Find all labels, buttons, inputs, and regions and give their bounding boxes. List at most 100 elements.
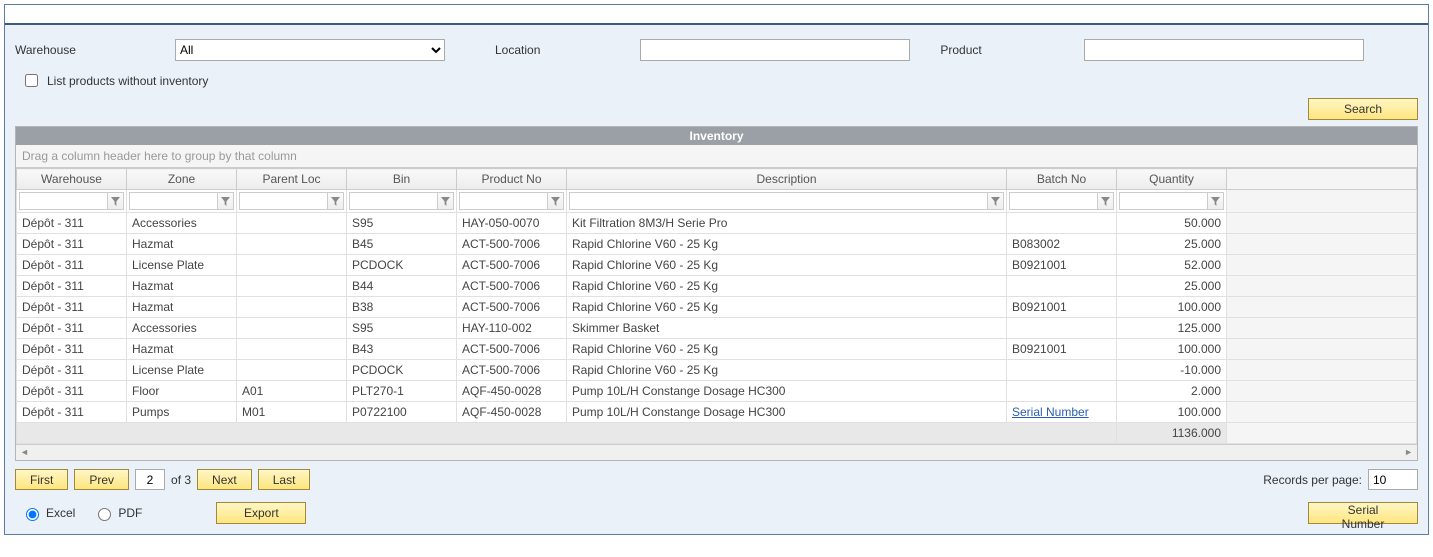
cell-parent_loc: [237, 360, 347, 381]
cell-quantity: -10.000: [1117, 360, 1227, 381]
last-button[interactable]: Last: [258, 469, 311, 490]
cell-description: Rapid Chlorine V60 - 25 Kg: [567, 297, 1007, 318]
cell-description: Skimmer Basket: [567, 318, 1007, 339]
warehouse-label: Warehouse: [15, 43, 165, 57]
no-inventory-checkbox[interactable]: [25, 74, 38, 87]
filter-zone[interactable]: [129, 192, 218, 210]
table-row[interactable]: Dépôt - 311HazmatB43ACT-500-7006Rapid Ch…: [17, 339, 1417, 360]
serial-number-button[interactable]: Serial Number: [1308, 502, 1418, 524]
table-row[interactable]: Dépôt - 311AccessoriesS95HAY-110-002Skim…: [17, 318, 1417, 339]
cell-warehouse: Dépôt - 311: [17, 234, 127, 255]
cell-zone: License Plate: [127, 255, 237, 276]
cell-quantity: 100.000: [1117, 297, 1227, 318]
cell-parent_loc: [237, 318, 347, 339]
cell-product_no: ACT-500-7006: [457, 297, 567, 318]
filter-description[interactable]: [569, 192, 988, 210]
col-product-no[interactable]: Product No: [457, 169, 567, 190]
cell-product_no: ACT-500-7006: [457, 360, 567, 381]
filter-icon[interactable]: [1098, 192, 1114, 210]
cell-parent_loc: M01: [237, 402, 347, 423]
table-row[interactable]: Dépôt - 311HazmatB44ACT-500-7006Rapid Ch…: [17, 276, 1417, 297]
filter-icon[interactable]: [988, 192, 1004, 210]
table-row[interactable]: Dépôt - 311PumpsM01P0722100AQF-450-0028P…: [17, 402, 1417, 423]
col-parent-loc[interactable]: Parent Loc: [237, 169, 347, 190]
table-row[interactable]: Dépôt - 311License PlatePCDOCKACT-500-70…: [17, 360, 1417, 381]
cell-product_no: AQF-450-0028: [457, 381, 567, 402]
warehouse-select[interactable]: All: [175, 39, 445, 61]
col-spacer: [1227, 169, 1417, 190]
table-row[interactable]: Dépôt - 311HazmatB38ACT-500-7006Rapid Ch…: [17, 297, 1417, 318]
total-row: 1136.000: [17, 423, 1417, 444]
filter-icon[interactable]: [438, 192, 454, 210]
page-input[interactable]: [135, 469, 165, 490]
cell-quantity: 52.000: [1117, 255, 1227, 276]
product-input[interactable]: [1084, 39, 1364, 61]
col-batch-no[interactable]: Batch No: [1007, 169, 1117, 190]
filter-quantity[interactable]: [1119, 192, 1208, 210]
cell-parent_loc: [237, 276, 347, 297]
cell-product_no: HAY-050-0070: [457, 213, 567, 234]
table-row[interactable]: Dépôt - 311AccessoriesS95HAY-050-0070Kit…: [17, 213, 1417, 234]
cell-batch_no: B083002: [1007, 234, 1117, 255]
col-quantity[interactable]: Quantity: [1117, 169, 1227, 190]
table-row[interactable]: Dépôt - 311License Plate PCDOCKACT-500-70…: [17, 255, 1417, 276]
cell-product_no: ACT-500-7006: [457, 234, 567, 255]
cell-bin: S95: [347, 318, 457, 339]
excel-radio[interactable]: [26, 508, 39, 521]
cell-warehouse: Dépôt - 311: [17, 339, 127, 360]
cell-warehouse: Dépôt - 311: [17, 255, 127, 276]
cell-batch_no: B0921001: [1007, 297, 1117, 318]
filter-icon[interactable]: [218, 192, 234, 210]
col-description[interactable]: Description: [567, 169, 1007, 190]
col-warehouse[interactable]: Warehouse: [17, 169, 127, 190]
filter-warehouse[interactable]: [19, 192, 108, 210]
pdf-radio[interactable]: [98, 508, 111, 521]
filter-parent-loc[interactable]: [239, 192, 328, 210]
table-row[interactable]: Dépôt - 311FloorA01PLT270-1AQF-450-0028P…: [17, 381, 1417, 402]
cell-quantity: 100.000: [1117, 402, 1227, 423]
prev-button[interactable]: Prev: [74, 469, 129, 490]
cell-batch_no: [1007, 318, 1117, 339]
cell-bin: PCDOCK: [347, 255, 457, 276]
filter-row: Warehouse All Location Product: [15, 39, 1418, 61]
filter-product-no[interactable]: [459, 192, 548, 210]
cell-bin: B43: [347, 339, 457, 360]
no-inventory-label: List products without inventory: [47, 74, 208, 88]
first-button[interactable]: First: [15, 469, 68, 490]
export-row: Excel PDF Export Serial Number: [15, 502, 1418, 524]
cell-parent_loc: A01: [237, 381, 347, 402]
cell-quantity: 25.000: [1117, 276, 1227, 297]
cell-product_no: ACT-500-7006: [457, 276, 567, 297]
cell-warehouse: Dépôt - 311: [17, 318, 127, 339]
horizontal-scrollbar[interactable]: ◄ ►: [16, 444, 1417, 460]
group-drop-area[interactable]: Drag a column header here to group by th…: [16, 145, 1417, 168]
filter-batch-no[interactable]: [1009, 192, 1098, 210]
cell-description: Kit Filtration 8M3/H Serie Pro: [567, 213, 1007, 234]
cell-bin: PCDOCK: [347, 360, 457, 381]
scroll-right-icon[interactable]: ►: [1404, 447, 1413, 457]
export-button[interactable]: Export: [216, 502, 306, 524]
filter-icon[interactable]: [328, 192, 344, 210]
cell-batch_no: [1007, 360, 1117, 381]
cell-batch_no: B0921001: [1007, 255, 1117, 276]
filter-icon[interactable]: [548, 192, 564, 210]
pager: First Prev of 3 Next Last Records per pa…: [15, 469, 1418, 490]
location-input[interactable]: [640, 39, 910, 61]
scroll-left-icon[interactable]: ◄: [20, 447, 29, 457]
filter-icon[interactable]: [1208, 192, 1224, 210]
cell-batch_no: B0921001: [1007, 339, 1117, 360]
cell-quantity: 2.000: [1117, 381, 1227, 402]
search-button[interactable]: Search: [1308, 98, 1418, 120]
cell-zone: Hazmat: [127, 297, 237, 318]
filter-icon[interactable]: [108, 192, 124, 210]
rpp-input[interactable]: [1368, 469, 1418, 490]
filter-bin[interactable]: [349, 192, 438, 210]
serial-number-link[interactable]: Serial Number: [1012, 405, 1089, 419]
table-row[interactable]: Dépôt - 311HazmatB45ACT-500-7006Rapid Ch…: [17, 234, 1417, 255]
cell-product_no: AQF-450-0028: [457, 402, 567, 423]
col-zone[interactable]: Zone: [127, 169, 237, 190]
next-button[interactable]: Next: [197, 469, 252, 490]
cell-product_no: ACT-500-7006: [457, 255, 567, 276]
col-bin[interactable]: Bin: [347, 169, 457, 190]
inventory-grid: Inventory Drag a column header here to g…: [15, 126, 1418, 461]
